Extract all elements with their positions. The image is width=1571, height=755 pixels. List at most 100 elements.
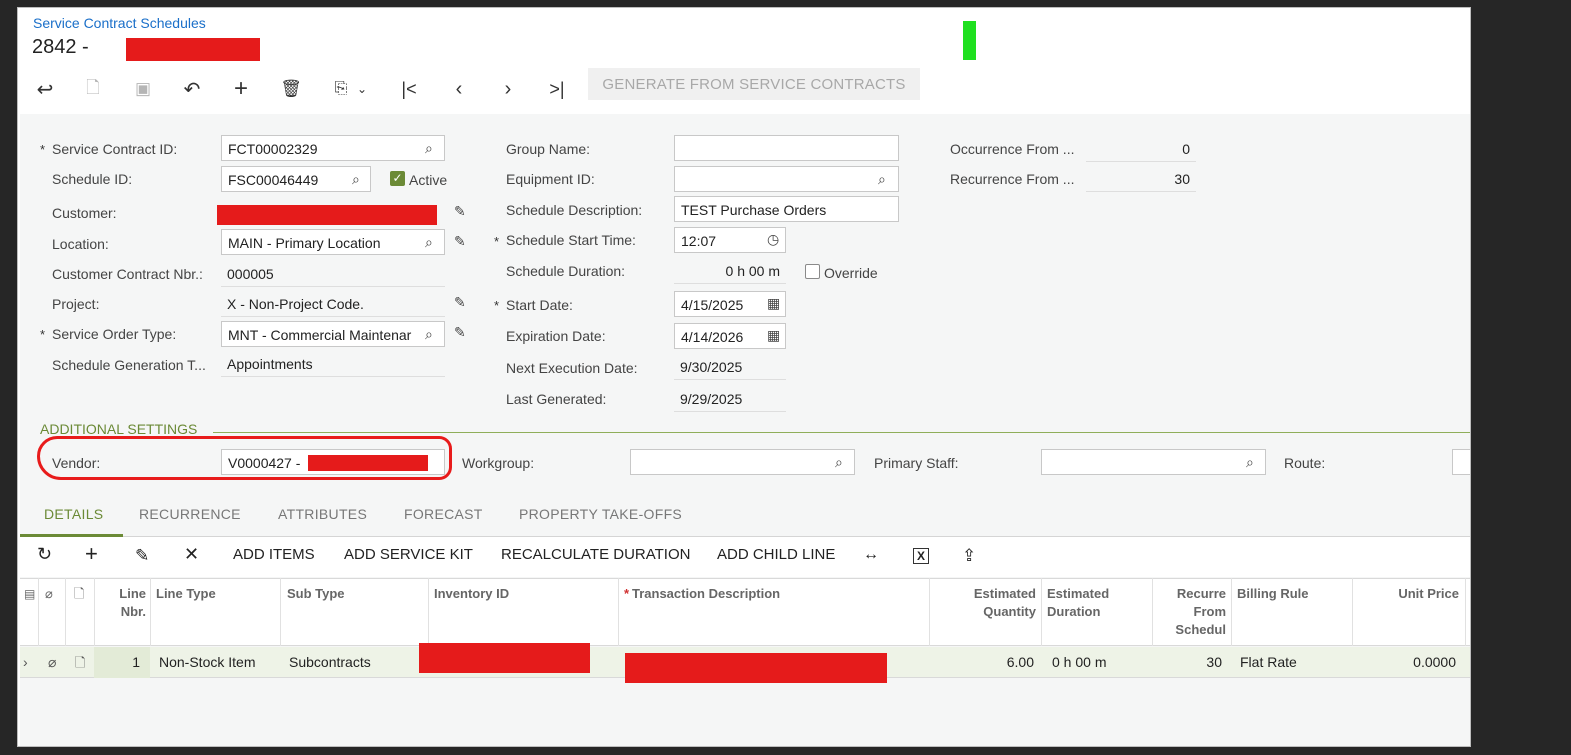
service-contract-id-field[interactable]: FCT00002329 bbox=[221, 135, 445, 161]
col-est-dur-line2: Duration bbox=[1047, 604, 1101, 619]
primary-staff-label: Primary Staff: bbox=[874, 455, 959, 471]
col-est-qty-line1: Estimated bbox=[973, 586, 1036, 601]
search-icon[interactable]: ⌕ bbox=[425, 234, 433, 251]
search-icon[interactable]: ⌕ bbox=[1246, 454, 1254, 471]
chevron-down-icon[interactable]: ⌄ bbox=[352, 74, 372, 104]
add-icon[interactable]: + bbox=[226, 74, 256, 104]
export-excel-icon[interactable]: X bbox=[913, 548, 929, 564]
customer-label: Customer: bbox=[52, 205, 117, 221]
cell-sub-type[interactable]: Subcontracts bbox=[289, 654, 371, 670]
refresh-icon[interactable]: ↻ bbox=[37, 544, 52, 565]
equipment-id-field[interactable] bbox=[674, 166, 899, 192]
generate-from-service-contracts-button[interactable]: GENERATE FROM SERVICE CONTRACTS bbox=[588, 68, 920, 100]
col-billing-rule[interactable]: Billing Rule bbox=[1237, 585, 1309, 603]
primary-staff-field[interactable] bbox=[1041, 449, 1266, 475]
next-record-icon[interactable]: › bbox=[493, 74, 523, 104]
edit-icon[interactable]: ✎ bbox=[454, 294, 466, 311]
edit-icon[interactable]: ✎ bbox=[454, 324, 466, 341]
col-line-nbr[interactable]: Line Nbr. bbox=[114, 585, 146, 621]
column-separator bbox=[1352, 578, 1353, 646]
note-icon[interactable]: 🗋 bbox=[75, 654, 85, 676]
col-est-qty-line2: Quantity bbox=[983, 604, 1036, 619]
col-recurrence-from-schedule[interactable]: Recurre From Schedul bbox=[1158, 585, 1226, 639]
search-icon[interactable]: ⌕ bbox=[835, 454, 843, 471]
service-order-type-field[interactable]: MNT - Commercial Maintenar bbox=[221, 321, 445, 347]
delete-row-icon[interactable]: ✕ bbox=[184, 544, 199, 565]
add-service-kit-button[interactable]: ADD SERVICE KIT bbox=[344, 546, 473, 563]
workgroup-field[interactable] bbox=[630, 449, 855, 475]
search-icon[interactable]: ⌕ bbox=[425, 140, 433, 157]
first-record-icon[interactable]: |< bbox=[394, 74, 424, 104]
cell-unit-price[interactable]: 0.0000 bbox=[1368, 654, 1456, 670]
calendar-icon[interactable]: ▦ bbox=[767, 327, 780, 344]
search-icon[interactable]: ⌕ bbox=[425, 326, 433, 343]
col-unit-price[interactable]: Unit Price bbox=[1358, 585, 1459, 603]
schedule-duration-label: Schedule Duration: bbox=[506, 263, 626, 279]
edit-icon[interactable]: ✎ bbox=[454, 203, 466, 220]
column-separator bbox=[1465, 578, 1466, 646]
add-child-line-button[interactable]: ADD CHILD LINE bbox=[717, 546, 835, 563]
add-items-button[interactable]: ADD ITEMS bbox=[233, 546, 315, 563]
col-inventory-id[interactable]: Inventory ID bbox=[434, 585, 509, 603]
clock-icon[interactable]: ◷ bbox=[767, 231, 779, 248]
required-mark: * bbox=[40, 327, 46, 342]
expand-row-icon[interactable]: › bbox=[23, 654, 28, 670]
recalculate-duration-button[interactable]: RECALCULATE DURATION bbox=[501, 546, 690, 563]
edit-icon[interactable]: ✎ bbox=[135, 546, 149, 566]
section-divider bbox=[213, 432, 1470, 433]
col-sub-type[interactable]: Sub Type bbox=[287, 585, 345, 603]
tab-forecast[interactable]: FORECAST bbox=[404, 506, 483, 522]
col-estimated-duration[interactable]: Estimated Duration bbox=[1047, 585, 1109, 621]
group-name-field[interactable] bbox=[674, 135, 899, 161]
search-icon[interactable]: ⌕ bbox=[352, 171, 360, 188]
col-transaction-description[interactable]: Transaction Description bbox=[632, 585, 780, 603]
col-est-dur-line1: Estimated bbox=[1047, 586, 1110, 601]
required-mark: * bbox=[40, 142, 46, 157]
search-icon[interactable]: ⌕ bbox=[878, 171, 886, 188]
edit-icon[interactable]: ✎ bbox=[454, 233, 466, 250]
recurrence-from-label: Recurrence From ... bbox=[950, 171, 1075, 187]
location-label: Location: bbox=[52, 236, 109, 252]
override-checkbox[interactable] bbox=[805, 264, 820, 279]
undo-icon[interactable]: ↶ bbox=[177, 74, 207, 104]
tab-details[interactable]: DETAILS bbox=[44, 506, 103, 522]
breadcrumb[interactable]: Service Contract Schedules bbox=[33, 15, 206, 31]
cell-recurrence-from-schedule[interactable]: 30 bbox=[1168, 654, 1222, 670]
fit-columns-icon[interactable]: ↔ bbox=[863, 546, 879, 564]
attachment-icon: ⌀ bbox=[45, 586, 53, 601]
active-checkbox[interactable]: ✓ bbox=[390, 171, 405, 186]
last-record-icon[interactable]: >| bbox=[542, 74, 572, 104]
cell-estimated-duration[interactable]: 0 h 00 m bbox=[1052, 654, 1106, 670]
additional-settings-title[interactable]: ADDITIONAL SETTINGS bbox=[40, 421, 197, 437]
schedule-id-field[interactable]: FSC00046449 bbox=[221, 166, 371, 192]
tab-property-take-offs[interactable]: PROPERTY TAKE-OFFS bbox=[519, 506, 682, 522]
add-row-icon[interactable]: + bbox=[85, 541, 98, 567]
calendar-icon[interactable]: ▦ bbox=[767, 295, 780, 312]
schedule-start-time-label: Schedule Start Time: bbox=[506, 232, 636, 248]
cell-line-type[interactable]: Non-Stock Item bbox=[159, 654, 255, 670]
next-execution-date-value: 9/30/2025 bbox=[674, 354, 786, 380]
cell-estimated-quantity[interactable]: 6.00 bbox=[968, 654, 1034, 670]
col-recurre-line3: Schedul bbox=[1175, 622, 1226, 637]
back-icon[interactable]: ↩ bbox=[30, 74, 60, 104]
schedule-generation-type-label: Schedule Generation T... bbox=[52, 357, 206, 373]
attachment-icon[interactable]: ⌀ bbox=[48, 654, 56, 671]
schedule-generation-type-value: Appointments bbox=[221, 351, 445, 377]
tab-recurrence[interactable]: RECURRENCE bbox=[139, 506, 241, 522]
route-field[interactable] bbox=[1452, 449, 1470, 475]
schedule-duration-value: 0 h 00 m bbox=[674, 258, 786, 284]
col-line-type[interactable]: Line Type bbox=[156, 585, 216, 603]
upload-icon[interactable]: ⇪ bbox=[962, 546, 976, 566]
green-marker bbox=[963, 21, 976, 60]
cell-billing-rule[interactable]: Flat Rate bbox=[1240, 654, 1297, 670]
save-icon[interactable]: ▣ bbox=[128, 74, 158, 104]
save-close-icon[interactable]: 🗋 bbox=[78, 74, 108, 104]
equipment-id-label: Equipment ID: bbox=[506, 171, 595, 187]
delete-icon[interactable]: 🗑 bbox=[276, 74, 306, 104]
tab-attributes[interactable]: ATTRIBUTES bbox=[278, 506, 367, 522]
location-field[interactable]: MAIN - Primary Location bbox=[221, 229, 445, 255]
prev-record-icon[interactable]: ‹ bbox=[444, 74, 474, 104]
schedule-description-field[interactable]: TEST Purchase Orders bbox=[674, 196, 899, 222]
col-estimated-quantity[interactable]: Estimated Quantity bbox=[948, 585, 1036, 621]
cell-line-nbr[interactable]: 1 bbox=[114, 654, 140, 670]
